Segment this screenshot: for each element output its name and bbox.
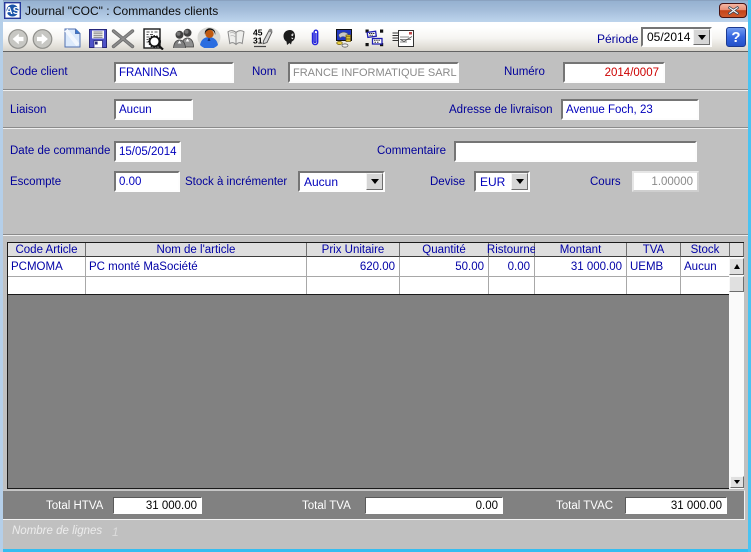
svg-text:AS: AS [6, 6, 20, 17]
svg-text:31: 31 [253, 36, 263, 46]
